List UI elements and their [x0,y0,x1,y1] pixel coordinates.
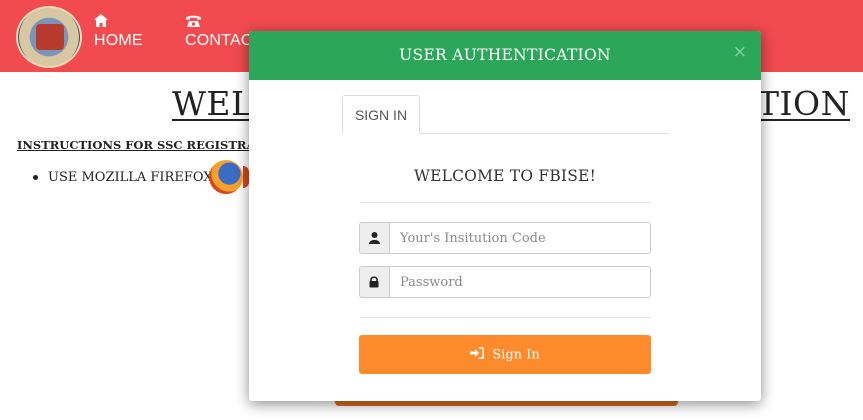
tab-sign-in[interactable]: SIGN IN [342,95,420,134]
divider-top [360,202,651,203]
instruction-item: USE MOZILLA FIREFOX [33,170,213,185]
sign-in-button[interactable]: Sign In [359,335,651,374]
user-icon [359,222,389,254]
welcome-heading: WELCOME TO FBISE! [413,167,597,185]
bullet-dot [33,175,38,180]
institution-code-input[interactable] [389,222,651,254]
divider-bottom [360,317,651,318]
instructions-heading: INSTRUCTIONS FOR SSC REGISTRATIO [17,138,279,152]
auth-modal: USER AUTHENTICATION × SIGN IN WELCOME TO… [249,31,761,401]
instruction-text: USE MOZILLA FIREFOX [48,170,213,185]
fbise-logo[interactable] [16,6,82,68]
lock-icon [359,266,389,298]
password-input[interactable] [389,266,651,298]
modal-header: USER AUTHENTICATION × [249,31,761,80]
institution-code-group [359,222,651,254]
nav-home-label: HOME [94,32,143,49]
firefox-icon [209,160,243,194]
nav-home[interactable]: HOME [94,14,143,50]
logo-emblem [36,24,64,50]
page-title-right: TION [757,84,850,123]
sign-in-label: Sign In [492,347,540,362]
close-icon[interactable]: × [733,42,747,62]
home-icon [94,14,114,30]
password-group [359,266,651,298]
sign-in-icon [470,346,485,363]
phone-icon [185,14,205,30]
modal-title: USER AUTHENTICATION [399,46,611,64]
